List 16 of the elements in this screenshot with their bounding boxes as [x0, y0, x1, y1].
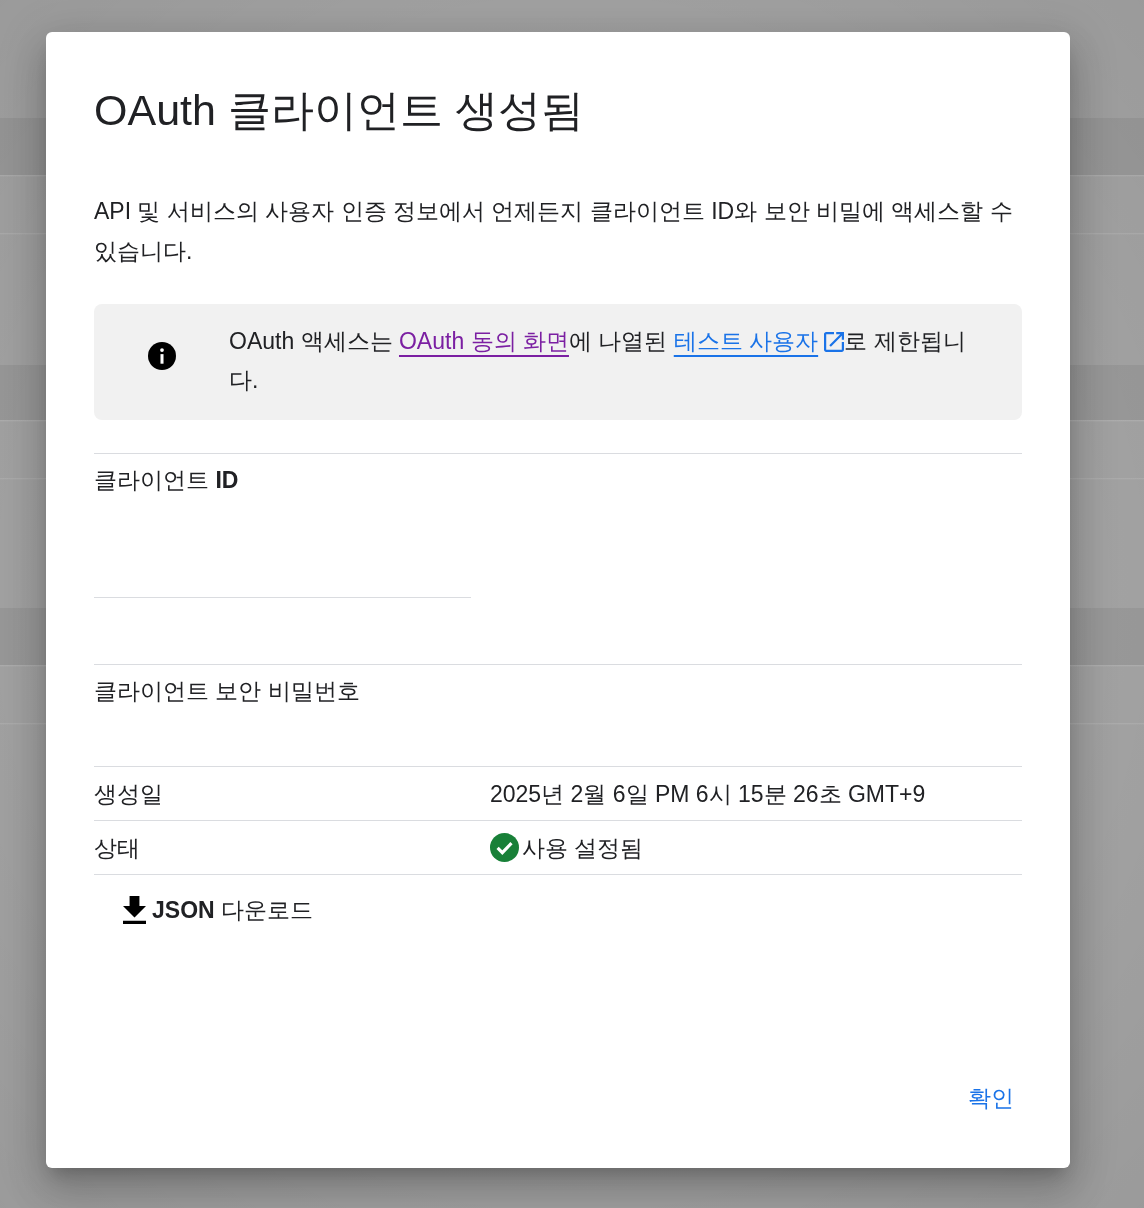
text-link[interactable]: OAuth 동의 화면 — [399, 328, 569, 354]
ok-button[interactable]: 확인 — [960, 1078, 1022, 1118]
field-label: 클라이언트 보안 비밀번호 — [94, 677, 361, 706]
detail-value: 사용 설정됨 — [522, 833, 644, 863]
notice-text: OAuth 액세스는 OAuth 동의 화면에 나열된 테스트 사용자 로 제한됩니다. — [229, 327, 967, 395]
dialog-description: API 및 서비스의 사용자 인증 정보에서 언제든지 클라이언트 ID와 보안 비밀에 액세스할 수 있습니다. — [94, 197, 1014, 266]
text-link[interactable]: 테스트 사용자 — [673, 328, 819, 354]
info-icon — [148, 342, 176, 370]
dialog-title: OAuth 클라이언트 생성됨 — [94, 85, 585, 136]
download-json-button[interactable]: JSON 다운로드 — [115, 890, 322, 930]
check-circle-icon — [490, 833, 519, 862]
download-icon — [123, 896, 146, 924]
field-label: 클라이언트 ID — [94, 466, 240, 495]
detail-value: 2025년 2월 6일 PM 6시 15분 26초 GMT+9 — [490, 779, 926, 809]
detail-label: 생성일 — [94, 779, 164, 809]
detail-label: 상태 — [94, 833, 141, 863]
